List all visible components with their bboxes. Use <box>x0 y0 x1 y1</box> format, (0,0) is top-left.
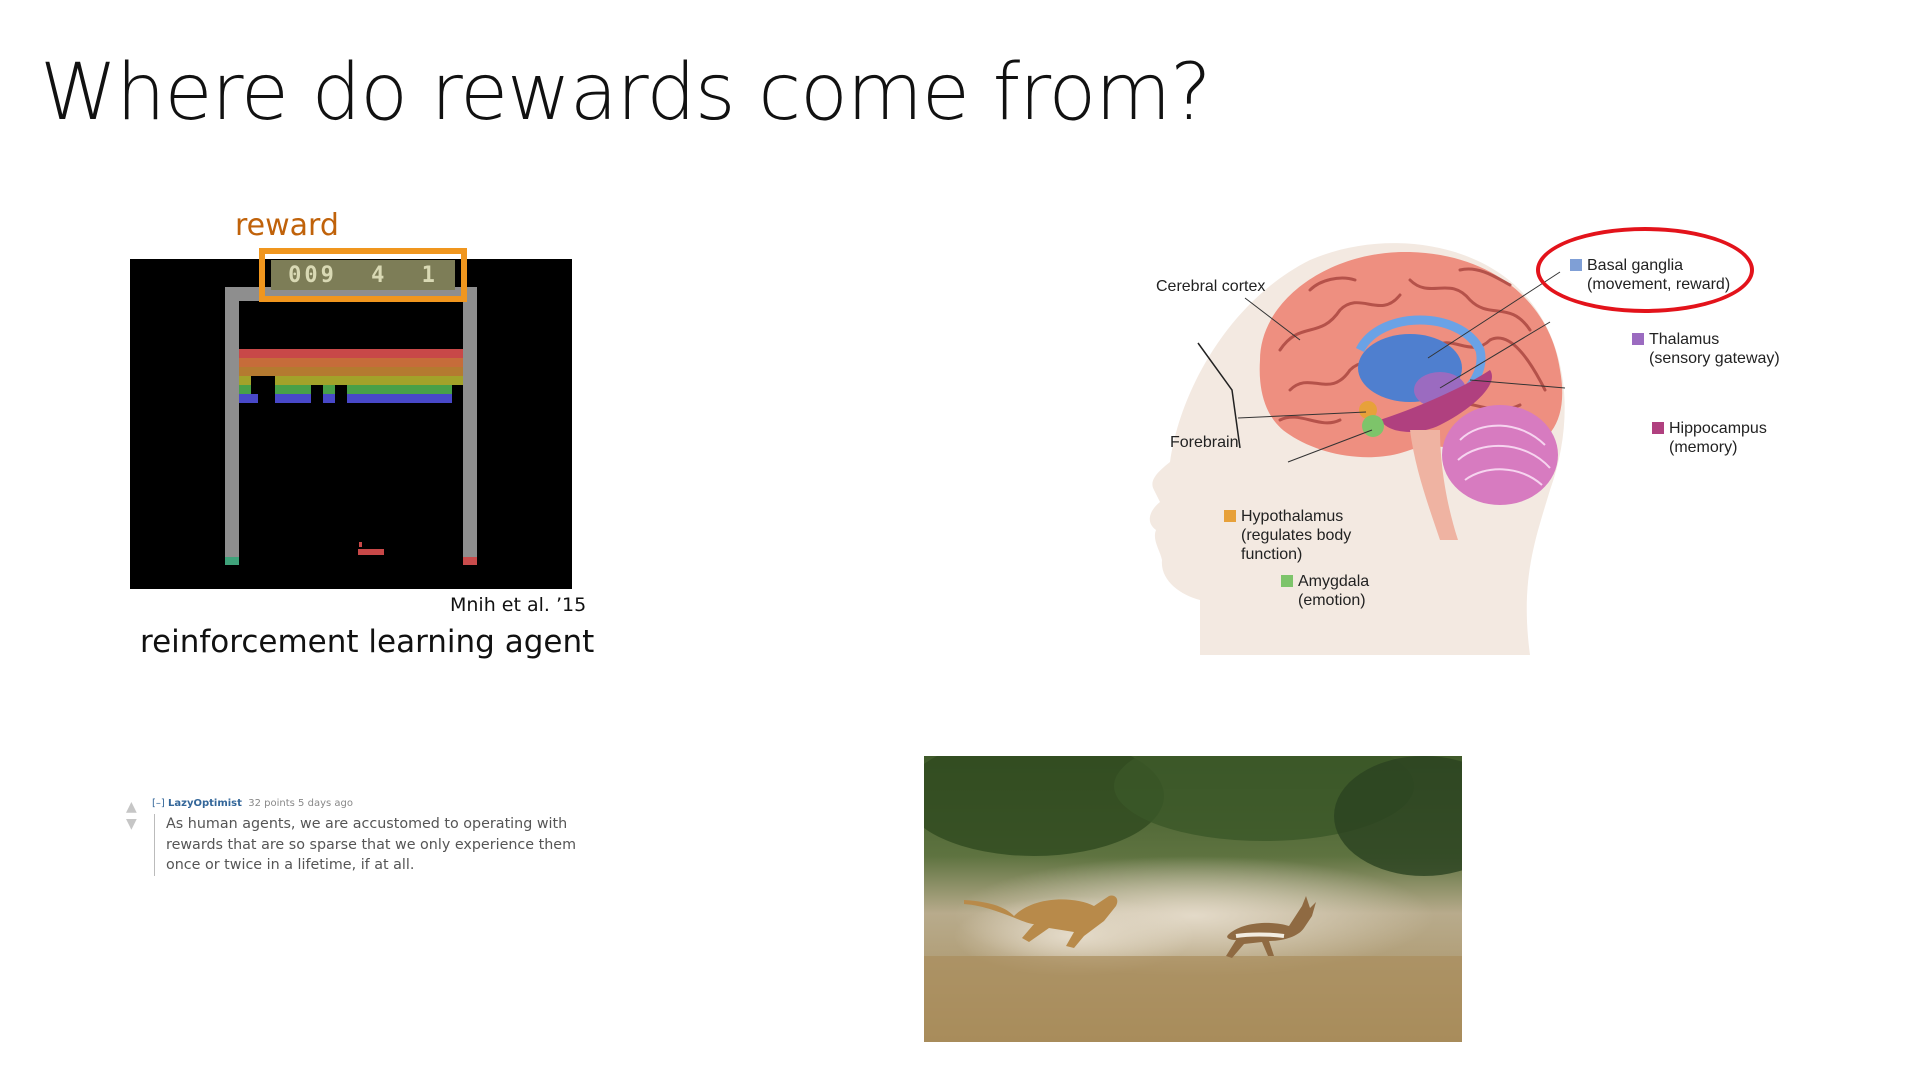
hippocampus-note: (memory) <box>1669 439 1738 456</box>
hypothalamus-note-2: function) <box>1241 546 1303 563</box>
cheetah-chase-image <box>924 756 1462 1042</box>
forebrain-text: Forebrain <box>1170 434 1239 451</box>
hypothalamus-note-1: (regulates body <box>1241 527 1352 544</box>
right-wall <box>463 287 477 565</box>
forebrain-label: Forebrain <box>1170 433 1238 452</box>
downvote-arrow-icon[interactable]: ▼ <box>126 817 137 831</box>
right-wall-marker <box>463 557 477 565</box>
score-display: 009 4 1 <box>271 260 455 290</box>
thalamus-text: Thalamus <box>1649 331 1720 348</box>
score-digits-2: 4 <box>371 262 388 288</box>
ball <box>359 542 362 547</box>
comment-header: [–] LazyOptimist 32 points 5 days ago <box>152 798 353 809</box>
basal-ganglia-note: (movement, reward) <box>1587 276 1731 293</box>
thalamus-label: Thalamus (sensory gateway) <box>1632 330 1780 368</box>
brick-gap <box>335 385 347 403</box>
basal-ganglia-swatch <box>1570 259 1582 271</box>
brick-gap <box>261 377 271 380</box>
hippocampus-text: Hippocampus <box>1669 420 1767 437</box>
thalamus-swatch <box>1632 333 1644 345</box>
reward-label: reward <box>235 208 339 243</box>
hypothalamus-swatch <box>1224 510 1236 522</box>
left-wall <box>225 287 239 565</box>
left-wall-marker <box>225 557 239 565</box>
brick-gap <box>452 385 463 403</box>
amygdala-note: (emotion) <box>1298 592 1366 609</box>
brick-row-tan <box>239 367 463 376</box>
cerebral-cortex-label: Cerebral cortex <box>1156 277 1265 296</box>
breakout-game-screen <box>130 259 572 589</box>
reward-score-highlight: 009 4 1 <box>259 248 467 302</box>
slide-title: Where do rewards come from? <box>40 48 1212 138</box>
upvote-arrow-icon[interactable]: ▲ <box>126 800 137 814</box>
brick-row-orange <box>239 358 463 367</box>
basal-ganglia-text: Basal ganglia <box>1587 257 1684 274</box>
cheetah-chase-photo <box>924 756 1462 1042</box>
score-digits-1: 009 <box>288 262 337 288</box>
hypothalamus-text: Hypothalamus <box>1241 508 1344 525</box>
thalamus-note: (sensory gateway) <box>1649 350 1780 367</box>
brick-row-red <box>239 349 463 358</box>
brick-gap <box>311 385 323 403</box>
brick-gap <box>261 380 271 398</box>
paddle <box>358 549 384 555</box>
hippocampus-label: Hippocampus (memory) <box>1652 419 1767 457</box>
basal-ganglia-label: Basal ganglia (movement, reward) <box>1570 256 1730 294</box>
amygdala-label: Amygdala (emotion) <box>1281 572 1369 610</box>
comment-body: As human agents, we are accustomed to op… <box>154 814 596 876</box>
amygdala-text: Amygdala <box>1298 573 1370 590</box>
score-digits-3: 1 <box>421 262 438 288</box>
figure-caption: reinforcement learning agent <box>140 624 595 660</box>
cerebral-cortex-text: Cerebral cortex <box>1156 278 1266 295</box>
comment-meta: 32 points 5 days ago <box>248 798 353 809</box>
citation: Mnih et al. ’15 <box>450 594 587 616</box>
hypothalamus-label: Hypothalamus (regulates body function) <box>1224 507 1351 564</box>
comment-username[interactable]: LazyOptimist <box>168 798 242 809</box>
hippocampus-swatch <box>1652 422 1664 434</box>
collapse-toggle[interactable]: [–] <box>152 798 165 809</box>
amygdala-swatch <box>1281 575 1293 587</box>
